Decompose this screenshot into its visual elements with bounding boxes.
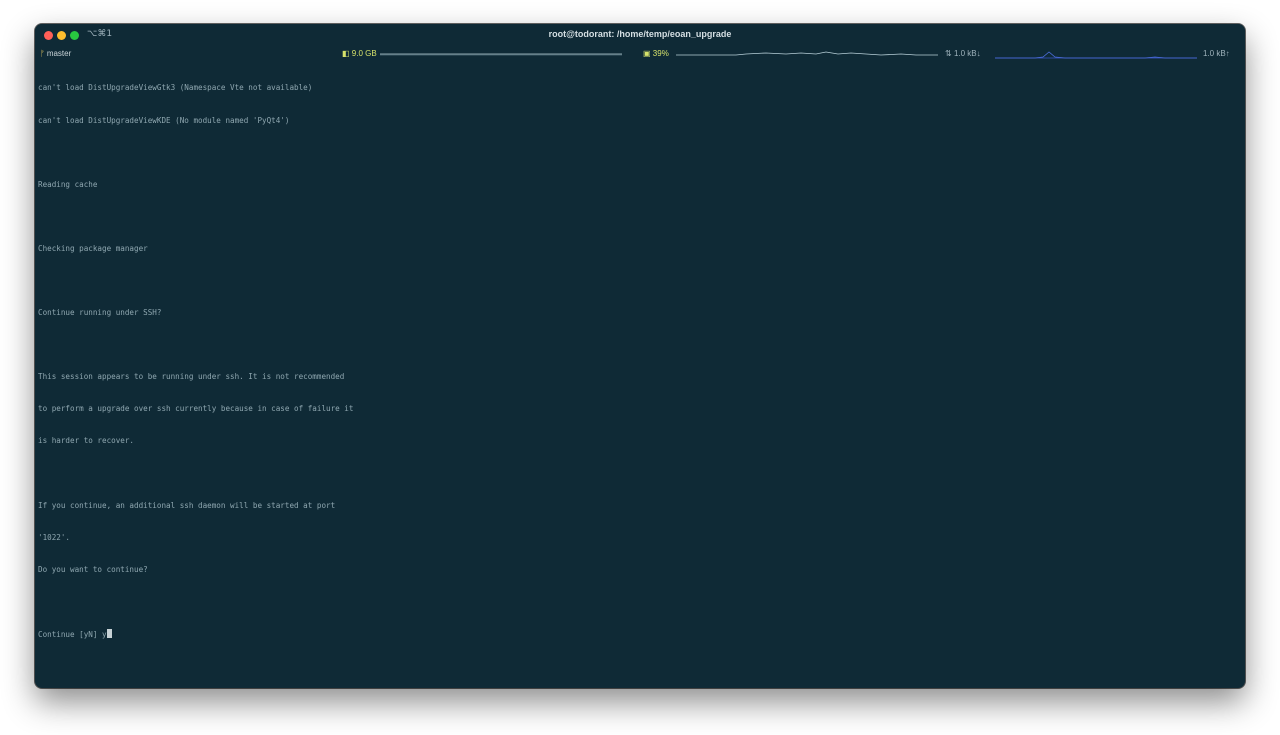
terminal-line: Do you want to continue? [38,564,148,574]
terminal-line: is harder to recover. [38,436,135,446]
cpu-status: ▣ 39% [643,49,669,58]
terminal-prompt-line[interactable]: Continue [yN] y [38,629,1241,640]
terminal-line: can't load DistUpgradeViewKDE (No module… [38,115,290,125]
terminal-line: to perform a upgrade over ssh currently … [38,404,354,414]
title-bar[interactable]: ⌥⌘1 root@todorant: /home/temp/eoan_upgra… [35,24,1245,47]
network-down-status: ⇅ 1.0 kB↓ [945,49,981,58]
cpu-value: 39% [652,49,669,58]
git-branch-name: master [46,49,72,58]
git-branch-status: ᚠ master [40,49,71,58]
network-up-value: 1.0 kB↑ [1203,49,1230,58]
git-branch-icon: ᚠ [40,49,45,58]
terminal-window: ⌥⌘1 root@todorant: /home/temp/eoan_upgra… [35,24,1245,688]
window-title: root@todorant: /home/temp/eoan_upgrade [548,29,732,39]
network-up-status: 1.0 kB↑ [1203,49,1230,58]
cpu-icon: ▣ [643,49,651,58]
memory-graph [380,53,622,56]
terminal-output[interactable]: can't load DistUpgradeViewGtk3 (Namespac… [38,62,1241,661]
terminal-line: Continue running under SSH? [38,308,162,318]
network-graph [995,51,1197,59]
prompt-text: Continue [yN] y [38,630,107,639]
text-cursor [106,629,112,638]
terminal-line: This session appears to be running under… [38,372,345,382]
memory-value: 9.0 GB [351,49,377,58]
terminal-line: '1022'. [38,532,71,542]
network-down-value: 1.0 kB↓ [953,49,981,58]
network-icon: ⇅ [945,49,952,58]
cpu-graph [676,51,938,56]
memory-icon: ◧ [342,49,350,58]
terminal-line: Checking package manager [38,243,148,253]
terminal-line: Reading cache [38,179,98,189]
memory-status: ◧ 9.0 GB [342,49,377,58]
terminal-line: can't load DistUpgradeViewGtk3 (Namespac… [38,83,313,93]
terminal-line: If you continue, an additional ssh daemo… [38,500,336,510]
